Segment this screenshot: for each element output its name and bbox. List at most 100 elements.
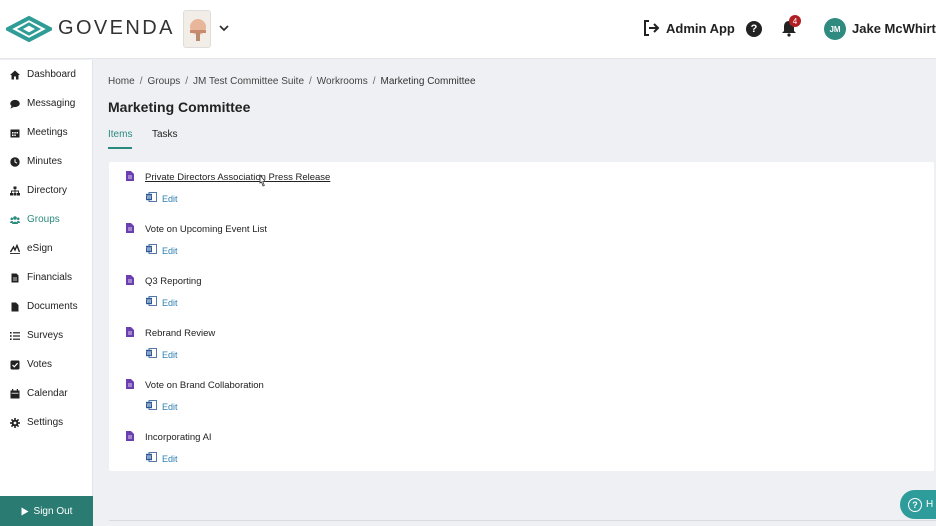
clock-icon — [10, 156, 20, 167]
page-title: Marketing Committee — [108, 99, 251, 115]
sidebar-item-label: Directory — [27, 185, 68, 196]
edit-link[interactable]: Edit — [162, 246, 178, 256]
help-icon[interactable]: ? — [746, 21, 762, 37]
edit-link[interactable]: Edit — [162, 402, 178, 412]
word-document-icon: W — [146, 296, 157, 306]
sidebar-item-votes[interactable]: Votes — [0, 350, 93, 379]
admin-app-link[interactable]: Admin App — [642, 19, 735, 37]
signature-icon — [10, 243, 20, 254]
breadcrumb-committee-suite[interactable]: JM Test Committee Suite — [193, 76, 304, 87]
sidebar-item-dashboard[interactable]: Dashboard — [0, 60, 93, 89]
word-document-icon: W — [146, 244, 157, 254]
file-icon — [10, 302, 20, 312]
list-item: Vote on Brand Collaboration W Edit — [109, 370, 934, 420]
breadcrumb-home[interactable]: Home — [108, 76, 135, 87]
list-item: Q3 Reporting W Edit — [109, 266, 934, 316]
list-icon — [10, 331, 20, 341]
organization-logo[interactable] — [183, 10, 211, 48]
sidebar-item-surveys[interactable]: Surveys — [0, 321, 93, 350]
svg-text:W: W — [147, 247, 152, 253]
breadcrumb-workrooms[interactable]: Workrooms — [317, 76, 368, 87]
svg-text:W: W — [147, 195, 152, 201]
list-item: Vote on Upcoming Event List W Edit — [109, 214, 934, 264]
item-title-link[interactable]: Vote on Brand Collaboration — [145, 380, 264, 391]
document-icon — [126, 171, 134, 181]
item-title-link[interactable]: Q3 Reporting — [145, 276, 202, 287]
item-title-link[interactable]: Rebrand Review — [145, 328, 215, 339]
sidebar-item-label: Documents — [27, 301, 78, 312]
sign-out-button[interactable]: Sign Out — [0, 496, 93, 526]
help-widget-button[interactable]: ? H — [900, 490, 936, 519]
sidebar-item-messaging[interactable]: Messaging — [0, 89, 93, 118]
svg-text:W: W — [147, 403, 152, 409]
sidebar-item-directory[interactable]: Directory — [0, 176, 93, 205]
items-list: Private Directors Association Press Rele… — [109, 162, 934, 471]
chevron-down-icon[interactable] — [218, 22, 230, 34]
help-widget-label: H — [926, 499, 934, 510]
invoice-icon — [10, 273, 20, 283]
item-title-link[interactable]: Incorporating AI — [145, 432, 212, 443]
brand-name: GOVENDA — [58, 17, 175, 39]
sidebar-item-settings[interactable]: Settings — [0, 408, 93, 437]
notification-count-badge: 4 — [789, 15, 801, 27]
calendar-grid-icon — [10, 128, 20, 138]
sidebar-item-label: Minutes — [27, 156, 63, 167]
chat-bubble-icon — [10, 99, 20, 109]
checkbox-icon — [10, 360, 20, 370]
word-document-icon: W — [146, 400, 157, 410]
item-title-link[interactable]: Vote on Upcoming Event List — [145, 224, 267, 235]
document-icon — [126, 379, 134, 389]
svg-text:W: W — [147, 455, 152, 461]
svg-text:W: W — [147, 299, 152, 305]
avatar[interactable]: JM — [824, 18, 846, 40]
sidebar-item-meetings[interactable]: Meetings — [0, 118, 93, 147]
sidebar-item-calendar[interactable]: Calendar — [0, 379, 93, 408]
word-document-icon: W — [146, 192, 157, 202]
sidebar-item-label: Groups — [27, 214, 60, 225]
list-item: Incorporating AI W Edit — [109, 422, 934, 472]
word-document-icon: W — [146, 452, 157, 462]
top-header: GOVENDA Admin App ? 4 JM Jake McWhirter — [0, 0, 936, 59]
sidebar-item-label: Votes — [27, 359, 53, 370]
sidebar-item-label: Dashboard — [27, 69, 76, 80]
calendar-icon — [10, 388, 20, 399]
edit-link[interactable]: Edit — [162, 350, 178, 360]
govenda-logo-icon[interactable] — [6, 15, 52, 43]
gear-icon — [10, 417, 20, 428]
sidebar-item-documents[interactable]: Documents — [0, 292, 93, 321]
users-icon — [10, 215, 20, 225]
question-icon: ? — [908, 497, 922, 512]
breadcrumb: Home / Groups / JM Test Committee Suite / Work… — [108, 76, 476, 87]
breadcrumb-current: Marketing Committee — [380, 76, 476, 87]
home-icon — [10, 70, 20, 80]
edit-link[interactable]: Edit — [162, 194, 178, 204]
sign-out-label: Sign Out — [33, 505, 73, 517]
sign-out-arrow-icon — [644, 20, 660, 36]
list-item: Rebrand Review W Edit — [109, 318, 934, 368]
document-icon — [126, 275, 134, 285]
edit-link[interactable]: Edit — [162, 454, 178, 464]
sidebar-item-minutes[interactable]: Minutes — [0, 147, 93, 176]
document-icon — [126, 223, 134, 233]
sitemap-icon — [10, 186, 20, 196]
sidebar-item-esign[interactable]: eSign — [0, 234, 93, 263]
sidebar-item-label: Settings — [27, 417, 64, 428]
sidebar-item-label: Calendar — [27, 388, 68, 399]
sidebar: Dashboard Messaging Meetings Minutes Dir… — [0, 60, 93, 526]
sidebar-item-financials[interactable]: Financials — [0, 263, 93, 292]
list-item: Private Directors Association Press Rele… — [109, 162, 934, 212]
sidebar-item-groups[interactable]: Groups — [0, 205, 93, 234]
breadcrumb-groups[interactable]: Groups — [147, 76, 180, 87]
sidebar-item-label: Meetings — [27, 127, 68, 138]
item-title-link[interactable]: Private Directors Association Press Rele… — [145, 172, 330, 183]
user-name[interactable]: Jake McWhirter — [852, 21, 936, 36]
word-document-icon: W — [146, 348, 157, 358]
tab-items[interactable]: Items — [108, 129, 132, 140]
divider — [109, 520, 936, 521]
svg-text:W: W — [147, 351, 152, 357]
active-tab-indicator — [108, 147, 132, 149]
document-icon — [126, 431, 134, 441]
edit-link[interactable]: Edit — [162, 298, 178, 308]
tab-tasks[interactable]: Tasks — [152, 129, 178, 140]
sidebar-item-label: Messaging — [27, 98, 76, 109]
